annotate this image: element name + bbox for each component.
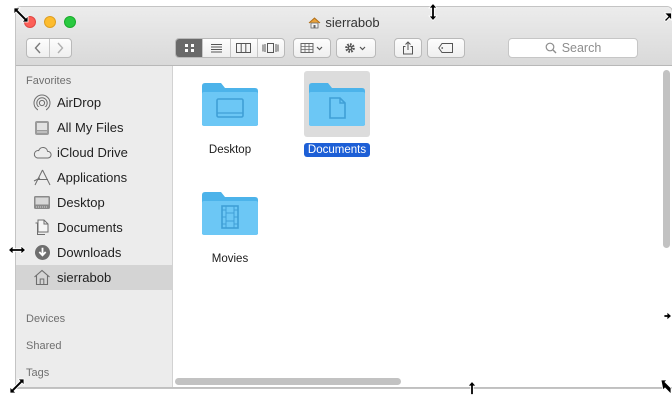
list-view-icon [210,44,222,53]
sidebar-item-documents[interactable]: Documents [16,215,172,240]
list-view-button[interactable] [202,39,229,57]
sidebar-item-label: All My Files [57,120,124,135]
resize-horizontal-cursor-icon [8,245,26,255]
desktop-icon [32,194,52,212]
sidebar: Favorites AirDrop All My Files iCloud Dr… [16,66,173,388]
vertical-scrollbar[interactable] [663,70,670,248]
sidebar-item-downloads[interactable]: Downloads [16,240,172,265]
icon-view-icon [184,44,194,52]
share-icon [403,41,413,55]
file-name: Movies [211,253,249,265]
search-placeholder: Search [561,41,602,55]
search-icon [545,42,557,54]
icloud-icon [32,144,52,162]
cover-flow-icon [262,43,279,53]
sidebar-heading-shared[interactable]: Shared [26,340,61,352]
tag-icon [438,43,453,53]
share-button[interactable] [394,38,422,58]
folder-documents-icon [304,71,370,137]
downloads-icon [32,244,52,262]
tags-button[interactable] [427,38,465,58]
resize-nesw-cursor-icon [9,378,25,394]
navigation-buttons [26,38,72,58]
resize-right-edge-cursor-icon [664,311,672,321]
file-browser: Desktop Documents Movies [173,66,672,388]
file-name: Documents [303,143,371,157]
icon-view-button[interactable] [176,39,203,57]
window-title-text: sierrabob [325,15,380,30]
resize-se-cursor-icon [660,379,672,395]
file-item-desktop[interactable]: Desktop [185,71,275,157]
file-name: Desktop [208,144,252,156]
sidebar-heading-tags[interactable]: Tags [26,367,49,379]
view-mode-buttons [175,38,285,58]
sidebar-item-desktop[interactable]: Desktop [16,190,172,215]
arrange-button[interactable] [293,38,331,58]
forward-button[interactable] [48,39,72,57]
file-item-documents[interactable]: Documents [292,71,382,157]
sidebar-item-icloud-drive[interactable]: iCloud Drive [16,140,172,165]
resize-vertical-cursor-icon [428,3,438,21]
sidebar-item-label: Downloads [57,245,122,260]
action-button[interactable] [336,38,376,58]
sidebar-item-all-my-files[interactable]: All My Files [16,115,172,140]
gear-icon [345,43,366,53]
window-title: sierrabob [16,15,672,32]
sidebar-item-label: Desktop [57,195,105,210]
resize-corner-cursor-icon [664,12,672,23]
finder-window: sierrabob Search Favorites AirDrop All M… [16,7,672,388]
sidebar-item-applications[interactable]: Applications [16,165,172,190]
window-bottom-edge [16,387,672,388]
column-view-icon [236,43,252,53]
back-button[interactable] [27,39,49,57]
chevron-left-icon [34,42,41,54]
sidebar-item-label: iCloud Drive [57,145,128,160]
sidebar-item-airdrop[interactable]: AirDrop [16,90,172,115]
search-field[interactable]: Search [508,38,638,58]
file-item-movies[interactable]: Movies [185,180,275,266]
documents-icon [32,219,52,237]
sidebar-heading-favorites: Favorites [26,75,72,87]
column-view-button[interactable] [229,39,257,57]
sidebar-item-label: Documents [57,220,123,235]
sidebar-item-label: sierrabob [57,270,112,285]
airdrop-icon [32,94,52,112]
home-icon [308,17,321,32]
sidebar-item-sierrabob[interactable]: sierrabob [16,265,172,290]
sidebar-item-label: AirDrop [57,95,102,110]
folder-movies-icon [197,180,263,246]
all-my-files-icon [32,119,52,137]
resize-bottom-edge-cursor-icon [467,381,477,395]
sidebar-item-label: Applications [57,170,128,185]
title-bar[interactable]: sierrabob Search [16,7,672,66]
sidebar-heading-devices[interactable]: Devices [26,313,65,325]
home-icon [32,269,52,287]
resize-nwse-cursor-icon [13,7,29,23]
horizontal-scrollbar[interactable] [175,378,401,385]
chevron-right-icon [57,42,64,54]
arrange-icon [300,43,323,53]
applications-icon [32,169,52,187]
cover-flow-button[interactable] [256,39,284,57]
folder-icon [197,71,263,137]
